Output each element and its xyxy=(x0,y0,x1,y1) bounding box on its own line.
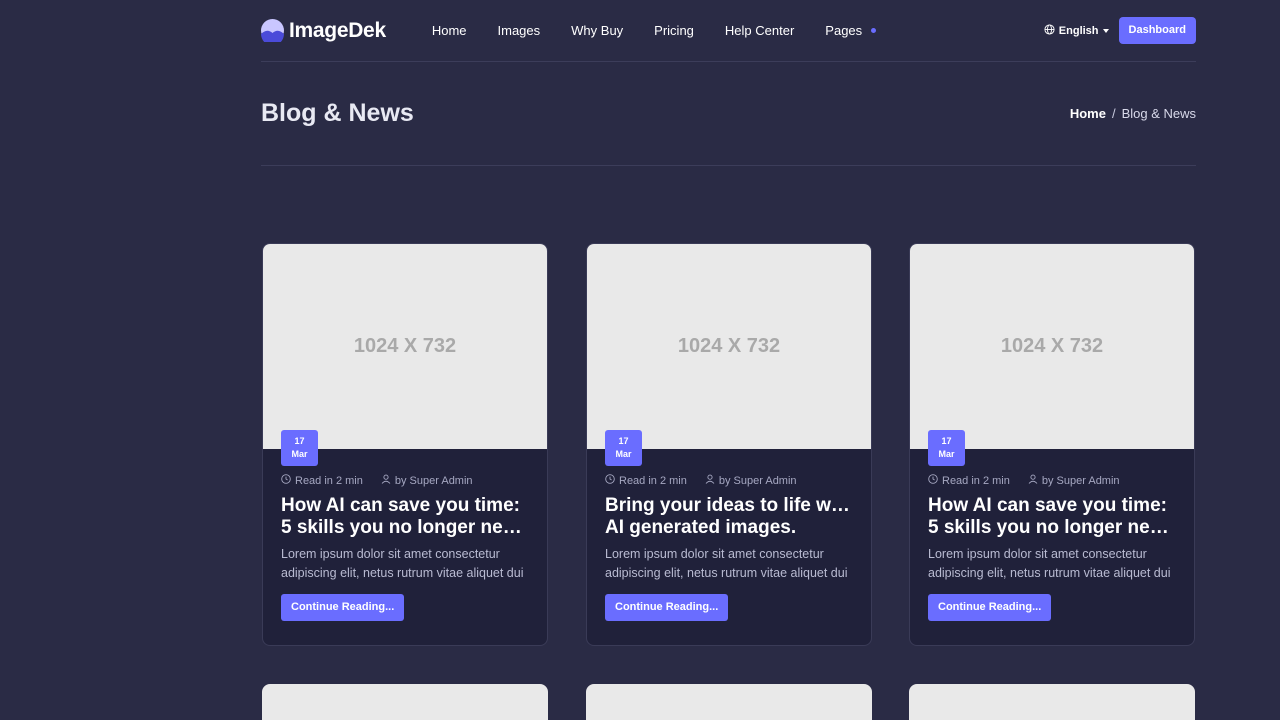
card-excerpt-line: adipiscing elit, netus rutrum vitae aliq… xyxy=(605,566,848,580)
read-time: Read in 2 min xyxy=(942,474,1010,487)
card-title[interactable]: How AI can save you time: 5 skills you n… xyxy=(281,495,529,539)
card-meta: Read in 2 min by Super Admin xyxy=(928,474,1176,487)
user-icon xyxy=(381,474,391,487)
blog-card[interactable]: 1024 X 732 17 Mar Read in 2 min by Super… xyxy=(586,243,872,646)
caret-down-icon xyxy=(1102,28,1109,33)
blog-card-image-partial[interactable] xyxy=(262,684,548,720)
author: by Super Admin xyxy=(718,474,797,487)
card-meta: Read in 2 min by Super Admin xyxy=(281,474,529,487)
card-title-line: How AI can save you time: xyxy=(281,495,520,516)
read-time: Read in 2 min xyxy=(295,474,363,487)
date-badge: 17 Mar xyxy=(928,430,965,466)
date-day: 17 xyxy=(941,436,952,446)
image-size-label: 1024 X 732 xyxy=(1000,335,1104,357)
card-image-placeholder: 1024 X 732 xyxy=(587,244,871,449)
card-excerpt: Lorem ipsum dolor sit amet consectetur a… xyxy=(928,545,1176,583)
card-excerpt: Lorem ipsum dolor sit amet consectetur a… xyxy=(605,545,853,583)
nav-pricing[interactable]: Pricing xyxy=(654,23,694,38)
date-day: 17 xyxy=(618,436,629,446)
brand-logo[interactable]: ImageDek xyxy=(261,18,386,46)
card-excerpt-line: Lorem ipsum dolor sit amet consectetur xyxy=(281,547,500,561)
header-actions: English Dashboard xyxy=(1044,17,1196,44)
date-month: Mar xyxy=(291,449,308,459)
card-image-placeholder: 1024 X 732 xyxy=(910,244,1194,449)
card-body: Read in 2 min by Super Admin How AI can … xyxy=(910,449,1194,621)
card-meta: Read in 2 min by Super Admin xyxy=(605,474,853,487)
author: by Super Admin xyxy=(1041,474,1120,487)
breadcrumb-separator: / xyxy=(1111,106,1116,121)
breadcrumb-home-link[interactable]: Home xyxy=(1070,106,1106,121)
language-selector[interactable]: English xyxy=(1044,23,1109,38)
brand-name: ImageDek xyxy=(289,18,386,42)
date-badge: 17 Mar xyxy=(605,430,642,466)
site-header: ImageDek Home Images Why Buy Pricing Hel… xyxy=(261,0,1196,62)
card-body: Read in 2 min by Super Admin Bring your … xyxy=(587,449,871,621)
author: by Super Admin xyxy=(394,474,473,487)
dashboard-button[interactable]: Dashboard xyxy=(1118,17,1196,44)
date-month: Mar xyxy=(938,449,955,459)
blog-card-image-partial[interactable] xyxy=(909,684,1195,720)
card-title-line: 5 skills you no longer need to learn xyxy=(281,517,529,538)
card-excerpt-line: Lorem ipsum dolor sit amet consectetur xyxy=(605,547,824,561)
image-size-label: 1024 X 732 xyxy=(353,335,457,357)
date-month: Mar xyxy=(615,449,632,459)
clock-icon xyxy=(281,474,291,487)
nav-home[interactable]: Home xyxy=(432,23,467,38)
nav-help-center[interactable]: Help Center xyxy=(725,23,794,38)
logo-icon xyxy=(261,19,284,46)
breadcrumb: Home / Blog & News xyxy=(1070,106,1196,121)
card-image-placeholder: 1024 X 732 xyxy=(263,244,547,449)
nav-images[interactable]: Images xyxy=(498,23,541,38)
main-nav: Home Images Why Buy Pricing Help Center … xyxy=(432,23,877,38)
card-excerpt-line: adipiscing elit, netus rutrum vitae aliq… xyxy=(281,566,524,580)
card-body: Read in 2 min by Super Admin How AI can … xyxy=(263,449,547,621)
blog-card-image-partial[interactable] xyxy=(586,684,872,720)
card-title-line: AI generated images. xyxy=(605,517,797,538)
nav-pages[interactable]: Pages xyxy=(825,23,862,38)
card-title-line: 5 skills you no longer need to learn xyxy=(928,517,1176,538)
clock-icon xyxy=(605,474,615,487)
card-title[interactable]: Bring your ideas to life with AI generat… xyxy=(605,495,853,539)
pages-indicator-dot xyxy=(871,28,877,33)
page-title-bar: Blog & News Home / Blog & News xyxy=(261,62,1196,166)
card-title-line: Bring your ideas to life with xyxy=(605,495,853,516)
card-excerpt: Lorem ipsum dolor sit amet consectetur a… xyxy=(281,545,529,583)
continue-reading-button[interactable]: Continue Reading... xyxy=(605,594,729,621)
card-title-line: How AI can save you time: xyxy=(928,495,1167,516)
read-time: Read in 2 min xyxy=(619,474,687,487)
blog-card[interactable]: 1024 X 732 17 Mar Read in 2 min by Super… xyxy=(262,243,548,646)
clock-icon xyxy=(928,474,938,487)
continue-reading-button[interactable]: Continue Reading... xyxy=(928,594,1052,621)
user-icon xyxy=(1028,474,1038,487)
date-badge: 17 Mar xyxy=(281,430,318,466)
globe-icon xyxy=(1044,23,1055,38)
breadcrumb-current: Blog & News xyxy=(1121,106,1196,121)
blog-card[interactable]: 1024 X 732 17 Mar Read in 2 min by Super… xyxy=(909,243,1195,646)
image-size-label: 1024 X 732 xyxy=(677,335,781,357)
card-excerpt-line: adipiscing elit, netus rutrum vitae aliq… xyxy=(928,566,1171,580)
continue-reading-button[interactable]: Continue Reading... xyxy=(281,594,405,621)
nav-why-buy[interactable]: Why Buy xyxy=(571,23,623,38)
page-title: Blog & News xyxy=(261,99,414,127)
language-label: English xyxy=(1058,24,1099,37)
user-icon xyxy=(705,474,715,487)
card-title[interactable]: How AI can save you time: 5 skills you n… xyxy=(928,495,1176,539)
date-day: 17 xyxy=(294,436,305,446)
card-excerpt-line: Lorem ipsum dolor sit amet consectetur xyxy=(928,547,1147,561)
